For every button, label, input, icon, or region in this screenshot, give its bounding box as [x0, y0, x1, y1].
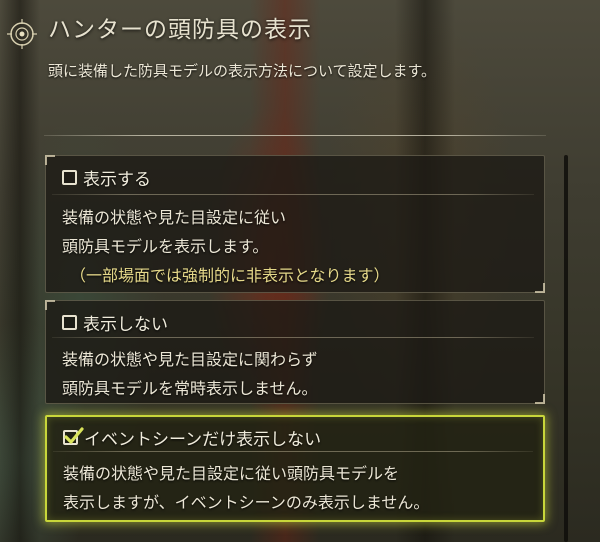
option-hide[interactable]: 表示しない 装備の状態や見た目設定に関わらず 頭防具モデルを常時表示しません。 [45, 300, 545, 404]
option-description-line: 装備の状態や見た目設定に関わらず [62, 350, 318, 369]
checkbox-hide-in-events[interactable] [63, 427, 84, 445]
option-description-line: 頭防具モデルを表示します。 [62, 237, 269, 256]
option-description-line: 表示しますが、イベントシーンのみ表示しません。 [63, 493, 430, 512]
option-description-line: 頭防具モデルを常時表示しません。 [62, 379, 318, 398]
option-header: 表示する [62, 165, 151, 190]
panel-corner [45, 155, 55, 165]
option-note: （一部場面では強制的に非表示となります） [70, 266, 390, 285]
scrollbar[interactable] [564, 155, 568, 542]
option-separator [52, 337, 534, 338]
option-description-line: 装備の状態や見た目設定に従い頭防具モデルを [63, 464, 400, 483]
option-separator [53, 451, 533, 452]
checkbox-show[interactable] [62, 170, 77, 185]
emblem-icon [6, 18, 38, 50]
page-description: 頭に装備した防具モデルの表示方法について設定します。 [48, 62, 437, 80]
background-tree [0, 0, 40, 542]
option-label: イベントシーンだけ表示しない [84, 430, 322, 450]
panel-corner [535, 394, 545, 404]
option-description-line: 装備の状態や見た目設定に従い [62, 208, 287, 227]
option-hide-in-events[interactable]: イベントシーンだけ表示しない 装備の状態や見た目設定に従い頭防具モデルを 表示し… [45, 415, 545, 522]
option-separator [52, 194, 534, 195]
checkbox-hide[interactable] [62, 315, 77, 330]
header-divider [44, 135, 546, 136]
settings-screen: ハンターの頭防具の表示 頭に装備した防具モデルの表示方法について設定します。 表… [0, 0, 600, 542]
option-show[interactable]: 表示する 装備の状態や見た目設定に従い 頭防具モデルを表示します。 （一部場面で… [45, 155, 545, 293]
panel-corner [45, 300, 55, 310]
check-icon [64, 427, 84, 444]
option-header: イベントシーンだけ表示しない [63, 425, 321, 450]
page-title: ハンターの頭防具の表示 [48, 17, 312, 43]
option-label: 表示しない [83, 315, 168, 335]
option-header: 表示しない [62, 310, 168, 335]
panel-corner [535, 283, 545, 293]
option-label: 表示する [83, 170, 151, 190]
